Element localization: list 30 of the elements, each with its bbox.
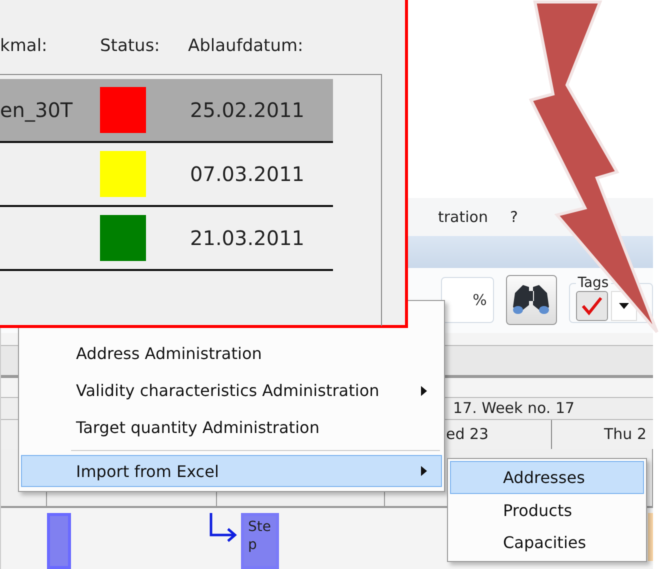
submenu-arrow-icon bbox=[421, 466, 427, 476]
task-bar[interactable]: Step bbox=[241, 513, 279, 569]
date-cell-text: 25.02.2011 bbox=[190, 98, 306, 122]
date-cell-text: 07.03.2011 bbox=[190, 162, 306, 186]
menu-item[interactable]: Addresses bbox=[450, 461, 644, 494]
column-header: kmal: bbox=[0, 36, 48, 58]
tag-toggle-button[interactable] bbox=[576, 290, 608, 321]
date-cell-text: 21.03.2011 bbox=[190, 226, 306, 250]
column-header: Status: bbox=[100, 36, 161, 58]
week-label: 17. Week no. 17 bbox=[453, 399, 575, 418]
column-header: Ablaufdatum: bbox=[188, 36, 304, 58]
caret-icon bbox=[618, 302, 629, 309]
menu-item[interactable]: Target quantity Administration bbox=[21, 409, 442, 446]
menu-item[interactable]: Capacities bbox=[450, 526, 644, 560]
check-icon bbox=[580, 296, 603, 316]
percent-field[interactable]: % bbox=[441, 277, 494, 324]
status-row[interactable]: en_30T 25.02.2011 bbox=[0, 79, 333, 143]
status-row[interactable]: 07.03.2011 bbox=[0, 143, 333, 207]
menu-item[interactable]: Products bbox=[450, 494, 644, 526]
menu-item[interactable]: Import from Excel bbox=[21, 455, 442, 487]
dependency-arrow bbox=[209, 513, 237, 543]
search-button[interactable] bbox=[506, 275, 557, 326]
tags-label: Tags bbox=[576, 277, 610, 290]
menu-item[interactable]: Address Administration bbox=[21, 335, 442, 372]
submenu-arrow-icon bbox=[421, 386, 427, 396]
menu-item[interactable]: Validity characteristics Administration bbox=[21, 372, 442, 409]
menu-item[interactable]: ? bbox=[510, 208, 518, 226]
status-row[interactable]: 21.03.2011 bbox=[0, 207, 333, 271]
menu-item[interactable]: tration bbox=[438, 208, 488, 226]
feature-cell-text: en_30T bbox=[0, 98, 74, 122]
